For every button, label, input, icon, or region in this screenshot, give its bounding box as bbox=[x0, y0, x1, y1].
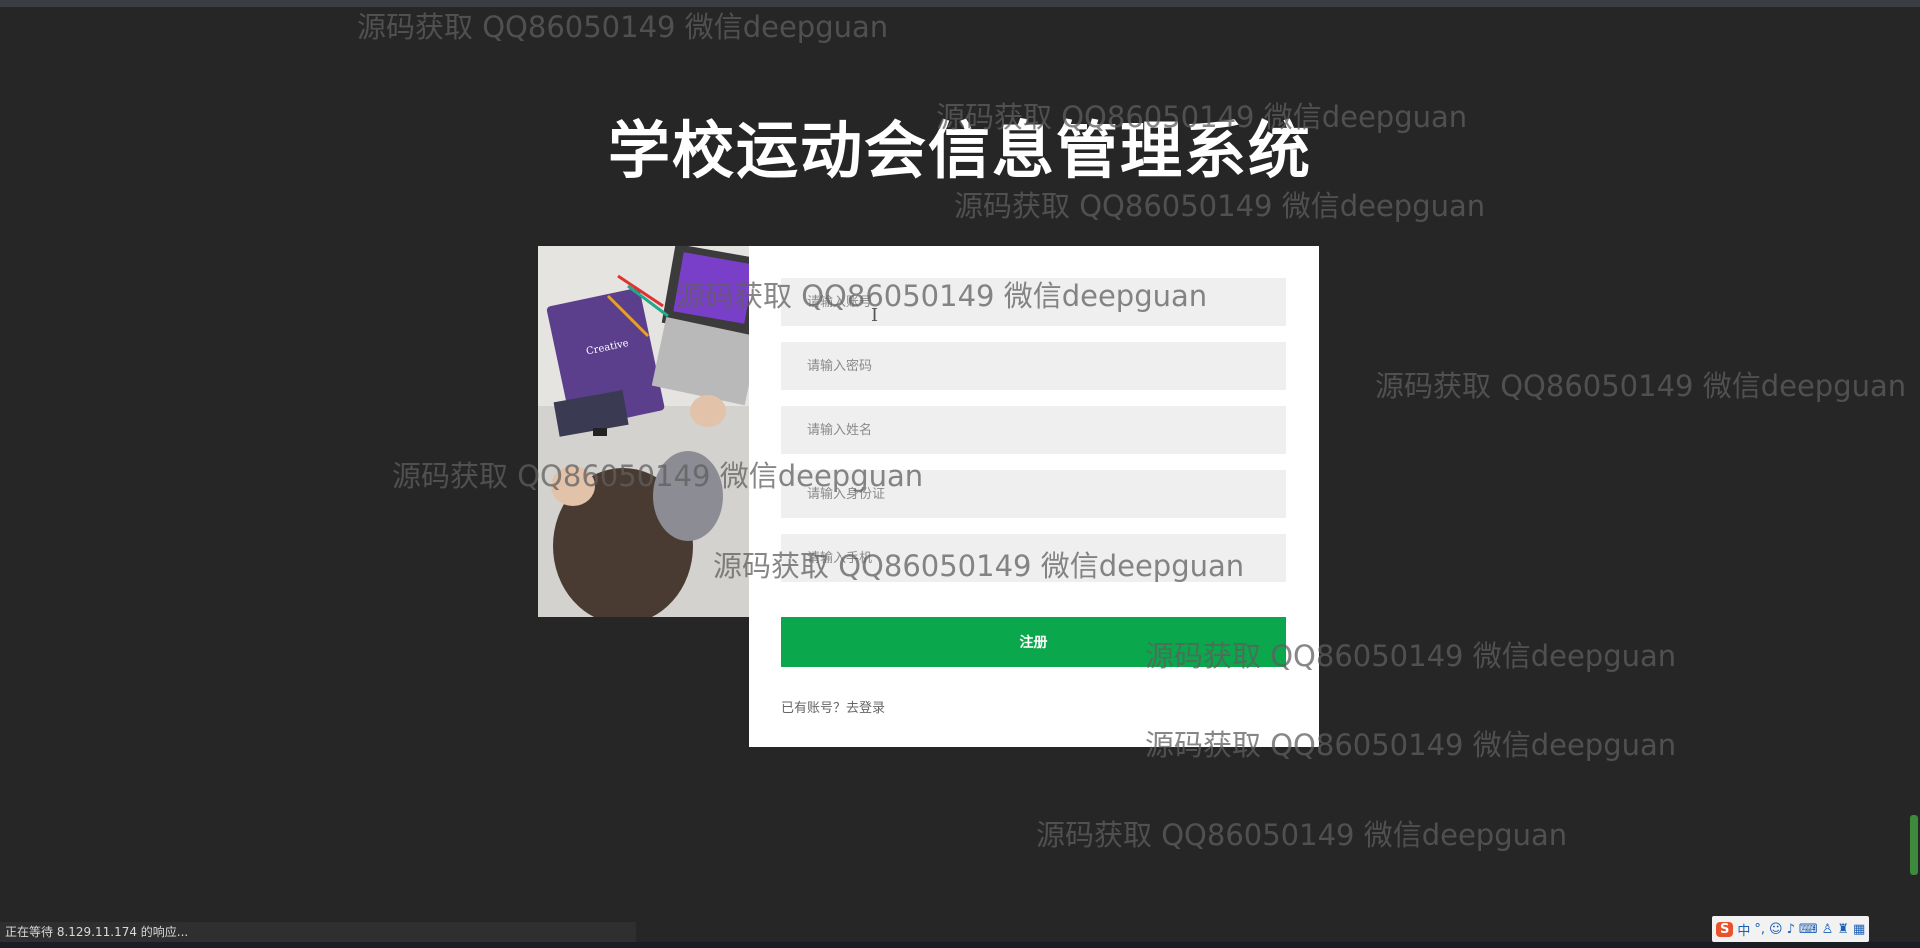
browser-top-edge bbox=[0, 0, 1920, 7]
browser-status-bar: 正在等待 8.129.11.174 的响应... bbox=[0, 922, 636, 942]
skin-icon[interactable]: ♜ bbox=[1837, 922, 1849, 937]
keyboard-icon[interactable]: ⌨ bbox=[1799, 922, 1818, 937]
account-input[interactable] bbox=[781, 278, 1286, 326]
desk-illustration: Creative bbox=[538, 246, 749, 617]
punctuation-icon[interactable]: °, bbox=[1754, 922, 1765, 937]
phone-input[interactable] bbox=[781, 534, 1286, 582]
name-input[interactable] bbox=[781, 406, 1286, 454]
idcard-input[interactable] bbox=[781, 470, 1286, 518]
watermark: 源码获取 QQ86050149 微信deepguan bbox=[1036, 818, 1568, 852]
ime-toolbar[interactable]: S 中 °, ☺ ♪ ⌨ ♙ ♜ ▦ bbox=[1712, 916, 1870, 942]
password-input[interactable] bbox=[781, 342, 1286, 390]
emoji-icon[interactable]: ☺ bbox=[1769, 922, 1783, 937]
sogou-logo-icon[interactable]: S bbox=[1716, 921, 1734, 937]
watermark: 源码获取 QQ86050149 微信deepguan bbox=[357, 10, 889, 44]
hero-photo: Creative bbox=[538, 246, 749, 617]
page-title: 学校运动会信息管理系统 bbox=[607, 113, 1312, 187]
user-icon[interactable]: ♙ bbox=[1822, 922, 1834, 937]
register-button[interactable]: 注册 bbox=[781, 617, 1286, 667]
ime-mode-label[interactable]: 中 bbox=[1737, 920, 1750, 939]
text-cursor-icon: I bbox=[871, 305, 879, 326]
microphone-icon[interactable]: ♪ bbox=[1787, 922, 1795, 937]
taskbar-strip bbox=[0, 942, 1920, 948]
go-login-link[interactable]: 已有账号？去登录 bbox=[781, 697, 885, 716]
watermark: 源码获取 QQ86050149 微信deepguan bbox=[1375, 369, 1907, 403]
register-card: 注册 已有账号？去登录 bbox=[749, 246, 1319, 747]
side-indicator bbox=[1910, 815, 1918, 875]
grid-icon[interactable]: ▦ bbox=[1853, 922, 1865, 937]
